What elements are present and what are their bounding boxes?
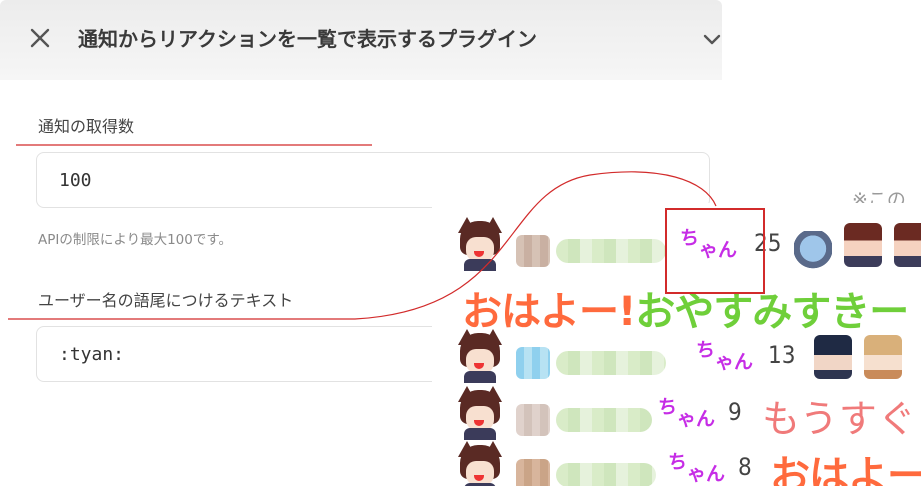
highlight-box [665, 208, 765, 294]
avatar [458, 441, 502, 486]
blurred-user-icon [516, 235, 550, 267]
fetch-count-hint: APIの制限により最大100です。 [38, 232, 233, 248]
reaction-emoji [864, 335, 902, 379]
blurred-user-icon [516, 404, 550, 436]
blurred-user-icon [516, 459, 550, 486]
reaction-count: 9 [728, 398, 742, 426]
message-text: もうすぐ [762, 397, 917, 441]
suffix-text: ちゃん [668, 451, 726, 485]
list-item: ちゃん 13 [432, 329, 921, 385]
suffix-text: ちゃん [696, 339, 754, 373]
reaction-count: 8 [738, 453, 752, 481]
suffix-text: ちゃん [658, 396, 716, 430]
fetch-count-label: 通知の取得数 [38, 117, 135, 136]
close-icon[interactable] [26, 24, 54, 52]
reaction-emoji [844, 223, 882, 267]
fetch-count-input[interactable] [36, 152, 710, 208]
reaction-count: 13 [768, 341, 796, 369]
message-text: おはよー [770, 453, 921, 486]
reaction-emoji [794, 231, 832, 275]
suffix-text-label: ユーザー名の語尾につけるテキスト [38, 291, 294, 310]
panel-header: 通知からリアクションを一覧で表示するプラグイン [0, 0, 722, 80]
reaction-emoji [814, 335, 852, 379]
blurred-user-name [556, 239, 666, 263]
list-item: ちゃん 9 もうすぐ [432, 386, 921, 442]
panel-title: 通知からリアクションを一覧で表示するプラグイン [78, 27, 537, 51]
reaction-emoji [894, 223, 921, 267]
blurred-user-name [556, 351, 666, 375]
blurred-user-name [556, 408, 652, 432]
list-item: ちゃん 8 おはよー [432, 441, 921, 486]
avatar [458, 386, 502, 440]
avatar [458, 217, 502, 271]
blurred-user-icon [516, 347, 550, 379]
chevron-down-icon[interactable] [700, 28, 722, 50]
blurred-user-name [556, 463, 656, 486]
avatar [458, 329, 502, 383]
